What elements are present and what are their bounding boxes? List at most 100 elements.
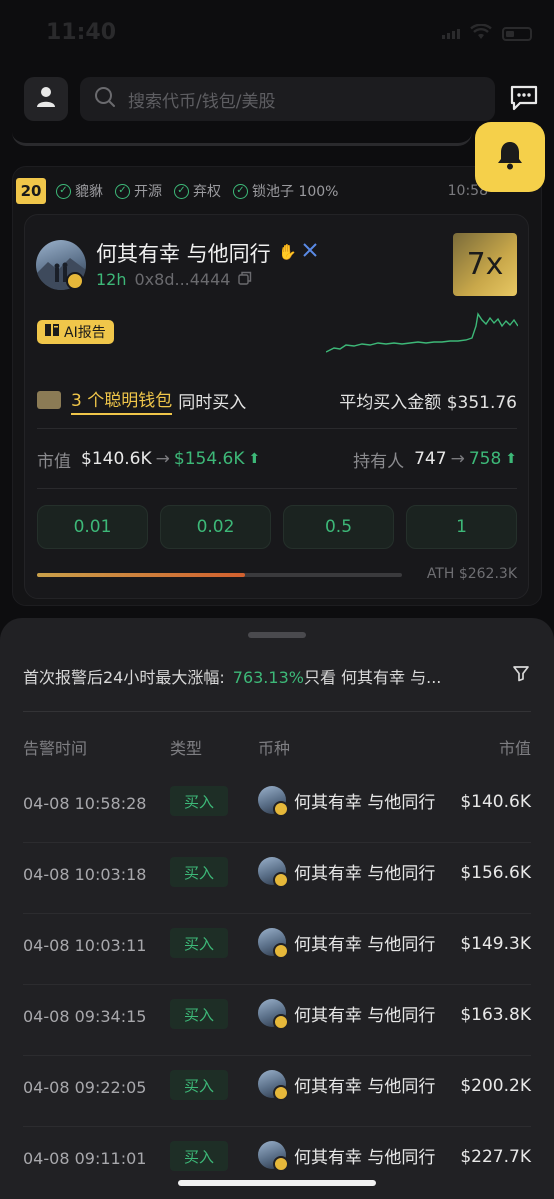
wallet-icon bbox=[37, 391, 61, 409]
user-button[interactable] bbox=[24, 77, 68, 121]
wifi-icon bbox=[470, 23, 492, 44]
copy-icon[interactable] bbox=[238, 270, 252, 289]
previous-card-edge bbox=[12, 118, 472, 146]
buy-amount-button[interactable]: 1 bbox=[406, 505, 517, 549]
market-cap-to: $154.6K bbox=[173, 449, 245, 469]
row-coin: 何其有幸 与他同行 bbox=[258, 928, 435, 959]
home-indicator[interactable] bbox=[178, 1180, 376, 1186]
column-header-type: 类型 bbox=[170, 739, 203, 758]
smart-wallet-row: 3 个聪明钱包 同时买入 平均买入金额 $351.76 bbox=[37, 386, 517, 415]
arrow-up-icon: ⬆ bbox=[505, 451, 517, 467]
row-type-badge: 买入 bbox=[170, 1070, 228, 1100]
row-time: 04-08 10:03:11 bbox=[23, 936, 147, 955]
ath-value: ATH $262.3K bbox=[426, 566, 517, 582]
battery-icon bbox=[502, 27, 532, 41]
tag-item: ✓ 弃权 bbox=[174, 181, 221, 201]
smart-wallet-suffix: 同时买入 bbox=[178, 392, 247, 413]
buy-amount-button[interactable]: 0.5 bbox=[283, 505, 394, 549]
smart-wallet-count[interactable]: 3 个聪明钱包 bbox=[71, 386, 173, 415]
check-icon: ✓ bbox=[233, 183, 248, 199]
table-row[interactable]: 04-08 10:58:28 买入 何其有幸 与他同行 $140.6K bbox=[0, 772, 554, 843]
row-type-badge: 买入 bbox=[170, 1141, 228, 1171]
row-time: 04-08 09:11:01 bbox=[23, 1149, 147, 1168]
x-logo-icon[interactable] bbox=[302, 242, 317, 261]
ai-report-label: AI报告 bbox=[64, 325, 106, 341]
row-type-badge: 买入 bbox=[170, 999, 228, 1029]
avg-buy-amount: 平均买入金额 $351.76 bbox=[339, 392, 517, 413]
ath-progress-fill bbox=[37, 573, 246, 577]
column-header-mcap: 市值 bbox=[498, 739, 531, 758]
coin-avatar bbox=[258, 1070, 289, 1101]
column-header-time: 告警时间 bbox=[23, 739, 88, 758]
table-row[interactable]: 04-08 09:34:15 买入 何其有幸 与他同行 $163.8K bbox=[0, 985, 554, 1056]
search-input[interactable]: 搜索代币/钱包/美股 bbox=[80, 77, 495, 121]
market-cap-label: 市值 bbox=[37, 451, 71, 472]
ath-progress-bar bbox=[37, 573, 402, 577]
holders-label: 持有人 bbox=[353, 451, 405, 472]
holders-to: 758 bbox=[468, 449, 502, 469]
row-type-badge: 买入 bbox=[170, 928, 228, 958]
check-icon: ✓ bbox=[174, 183, 189, 199]
hand-icon: ✋ bbox=[278, 242, 297, 261]
status-icons bbox=[442, 23, 532, 44]
summary-label: 首次报警后24小时最大涨幅: bbox=[23, 668, 225, 687]
row-coin: 何其有幸 与他同行 bbox=[258, 1070, 435, 1101]
row-mcap: $156.6K bbox=[460, 863, 531, 883]
coin-avatar bbox=[258, 786, 289, 817]
row-coin: 何其有幸 与他同行 bbox=[258, 1141, 435, 1172]
table-row[interactable]: 04-08 09:11:01 买入 何其有幸 与他同行 $227.7K bbox=[0, 1127, 554, 1198]
token-address: 0x8d...4444 bbox=[134, 270, 231, 289]
alert-tag-row: 20 ✓ 貔貅 ✓ 开源 ✓ 弃权 ✓ 锁池子 100% 10:58 bbox=[16, 178, 526, 204]
user-icon bbox=[36, 86, 56, 112]
arrow-right-icon: → bbox=[155, 449, 170, 469]
alert-history-sheet: 首次报警后24小时最大涨幅: 763.13%只看 何其有幸 与... 告警时间 类… bbox=[0, 618, 554, 1199]
token-name[interactable]: 何其有幸 与他同行 bbox=[96, 238, 271, 268]
stats-row: 市值 $140.6K → $154.6K ⬆ 持有人 747 → 758 ⬆ bbox=[37, 446, 517, 472]
divider bbox=[23, 711, 531, 712]
row-time: 04-08 09:22:05 bbox=[23, 1078, 147, 1097]
message-button[interactable] bbox=[508, 84, 540, 116]
arrow-right-icon: → bbox=[450, 449, 465, 469]
tag-item: ✓ 貔貅 bbox=[56, 181, 103, 201]
search-placeholder: 搜索代币/钱包/美股 bbox=[128, 91, 276, 112]
tag-item: ✓ 锁池子 100% bbox=[233, 181, 338, 201]
row-mcap: $200.2K bbox=[460, 1076, 531, 1096]
token-meta: 12h 0x8d...4444 bbox=[96, 270, 252, 289]
divider bbox=[37, 488, 517, 489]
row-time: 04-08 10:03:18 bbox=[23, 865, 147, 884]
divider bbox=[37, 428, 517, 429]
ai-report-button[interactable]: AI报告 bbox=[37, 320, 114, 344]
status-time: 11:40 bbox=[46, 20, 117, 45]
market-cap-from: $140.6K bbox=[81, 449, 152, 469]
buy-amount-button[interactable]: 0.02 bbox=[160, 505, 271, 549]
buy-amount-button[interactable]: 0.01 bbox=[37, 505, 148, 549]
status-bar: 11:40 bbox=[0, 0, 554, 70]
report-icon bbox=[45, 324, 59, 340]
row-mcap: $149.3K bbox=[460, 934, 531, 954]
coin-avatar bbox=[258, 857, 289, 888]
coin-avatar bbox=[258, 1141, 289, 1172]
price-sparkline bbox=[326, 312, 518, 353]
alert-bell-button[interactable] bbox=[475, 122, 545, 192]
coin-avatar bbox=[258, 999, 289, 1030]
table-row[interactable]: 04-08 10:03:11 买入 何其有幸 与他同行 $149.3K bbox=[0, 914, 554, 985]
table-row[interactable]: 04-08 10:03:18 买入 何其有幸 与他同行 $156.6K bbox=[0, 843, 554, 914]
token-social-icons: ✋ bbox=[278, 242, 317, 261]
max-gain-summary: 首次报警后24小时最大涨幅: 763.13%只看 何其有幸 与... bbox=[23, 664, 493, 688]
token-age: 12h bbox=[96, 270, 127, 289]
bell-icon bbox=[496, 140, 524, 174]
filter-button[interactable] bbox=[512, 664, 532, 684]
tag-item: ✓ 开源 bbox=[115, 181, 162, 201]
holders-stat: 持有人 747 → 758 ⬆ bbox=[353, 447, 517, 472]
summary-pct: 763.13% bbox=[232, 668, 304, 687]
sheet-grabber[interactable] bbox=[248, 632, 306, 638]
table-row[interactable]: 04-08 09:22:05 买入 何其有幸 与他同行 $200.2K bbox=[0, 1056, 554, 1127]
rank-badge: 20 bbox=[16, 178, 46, 204]
check-icon: ✓ bbox=[56, 183, 71, 199]
signal-icon bbox=[442, 29, 460, 39]
search-icon bbox=[94, 86, 116, 112]
row-time: 04-08 09:34:15 bbox=[23, 1007, 147, 1026]
row-coin: 何其有幸 与他同行 bbox=[258, 857, 435, 888]
row-mcap: $140.6K bbox=[460, 792, 531, 812]
multiplier-badge: 7x bbox=[453, 233, 517, 296]
